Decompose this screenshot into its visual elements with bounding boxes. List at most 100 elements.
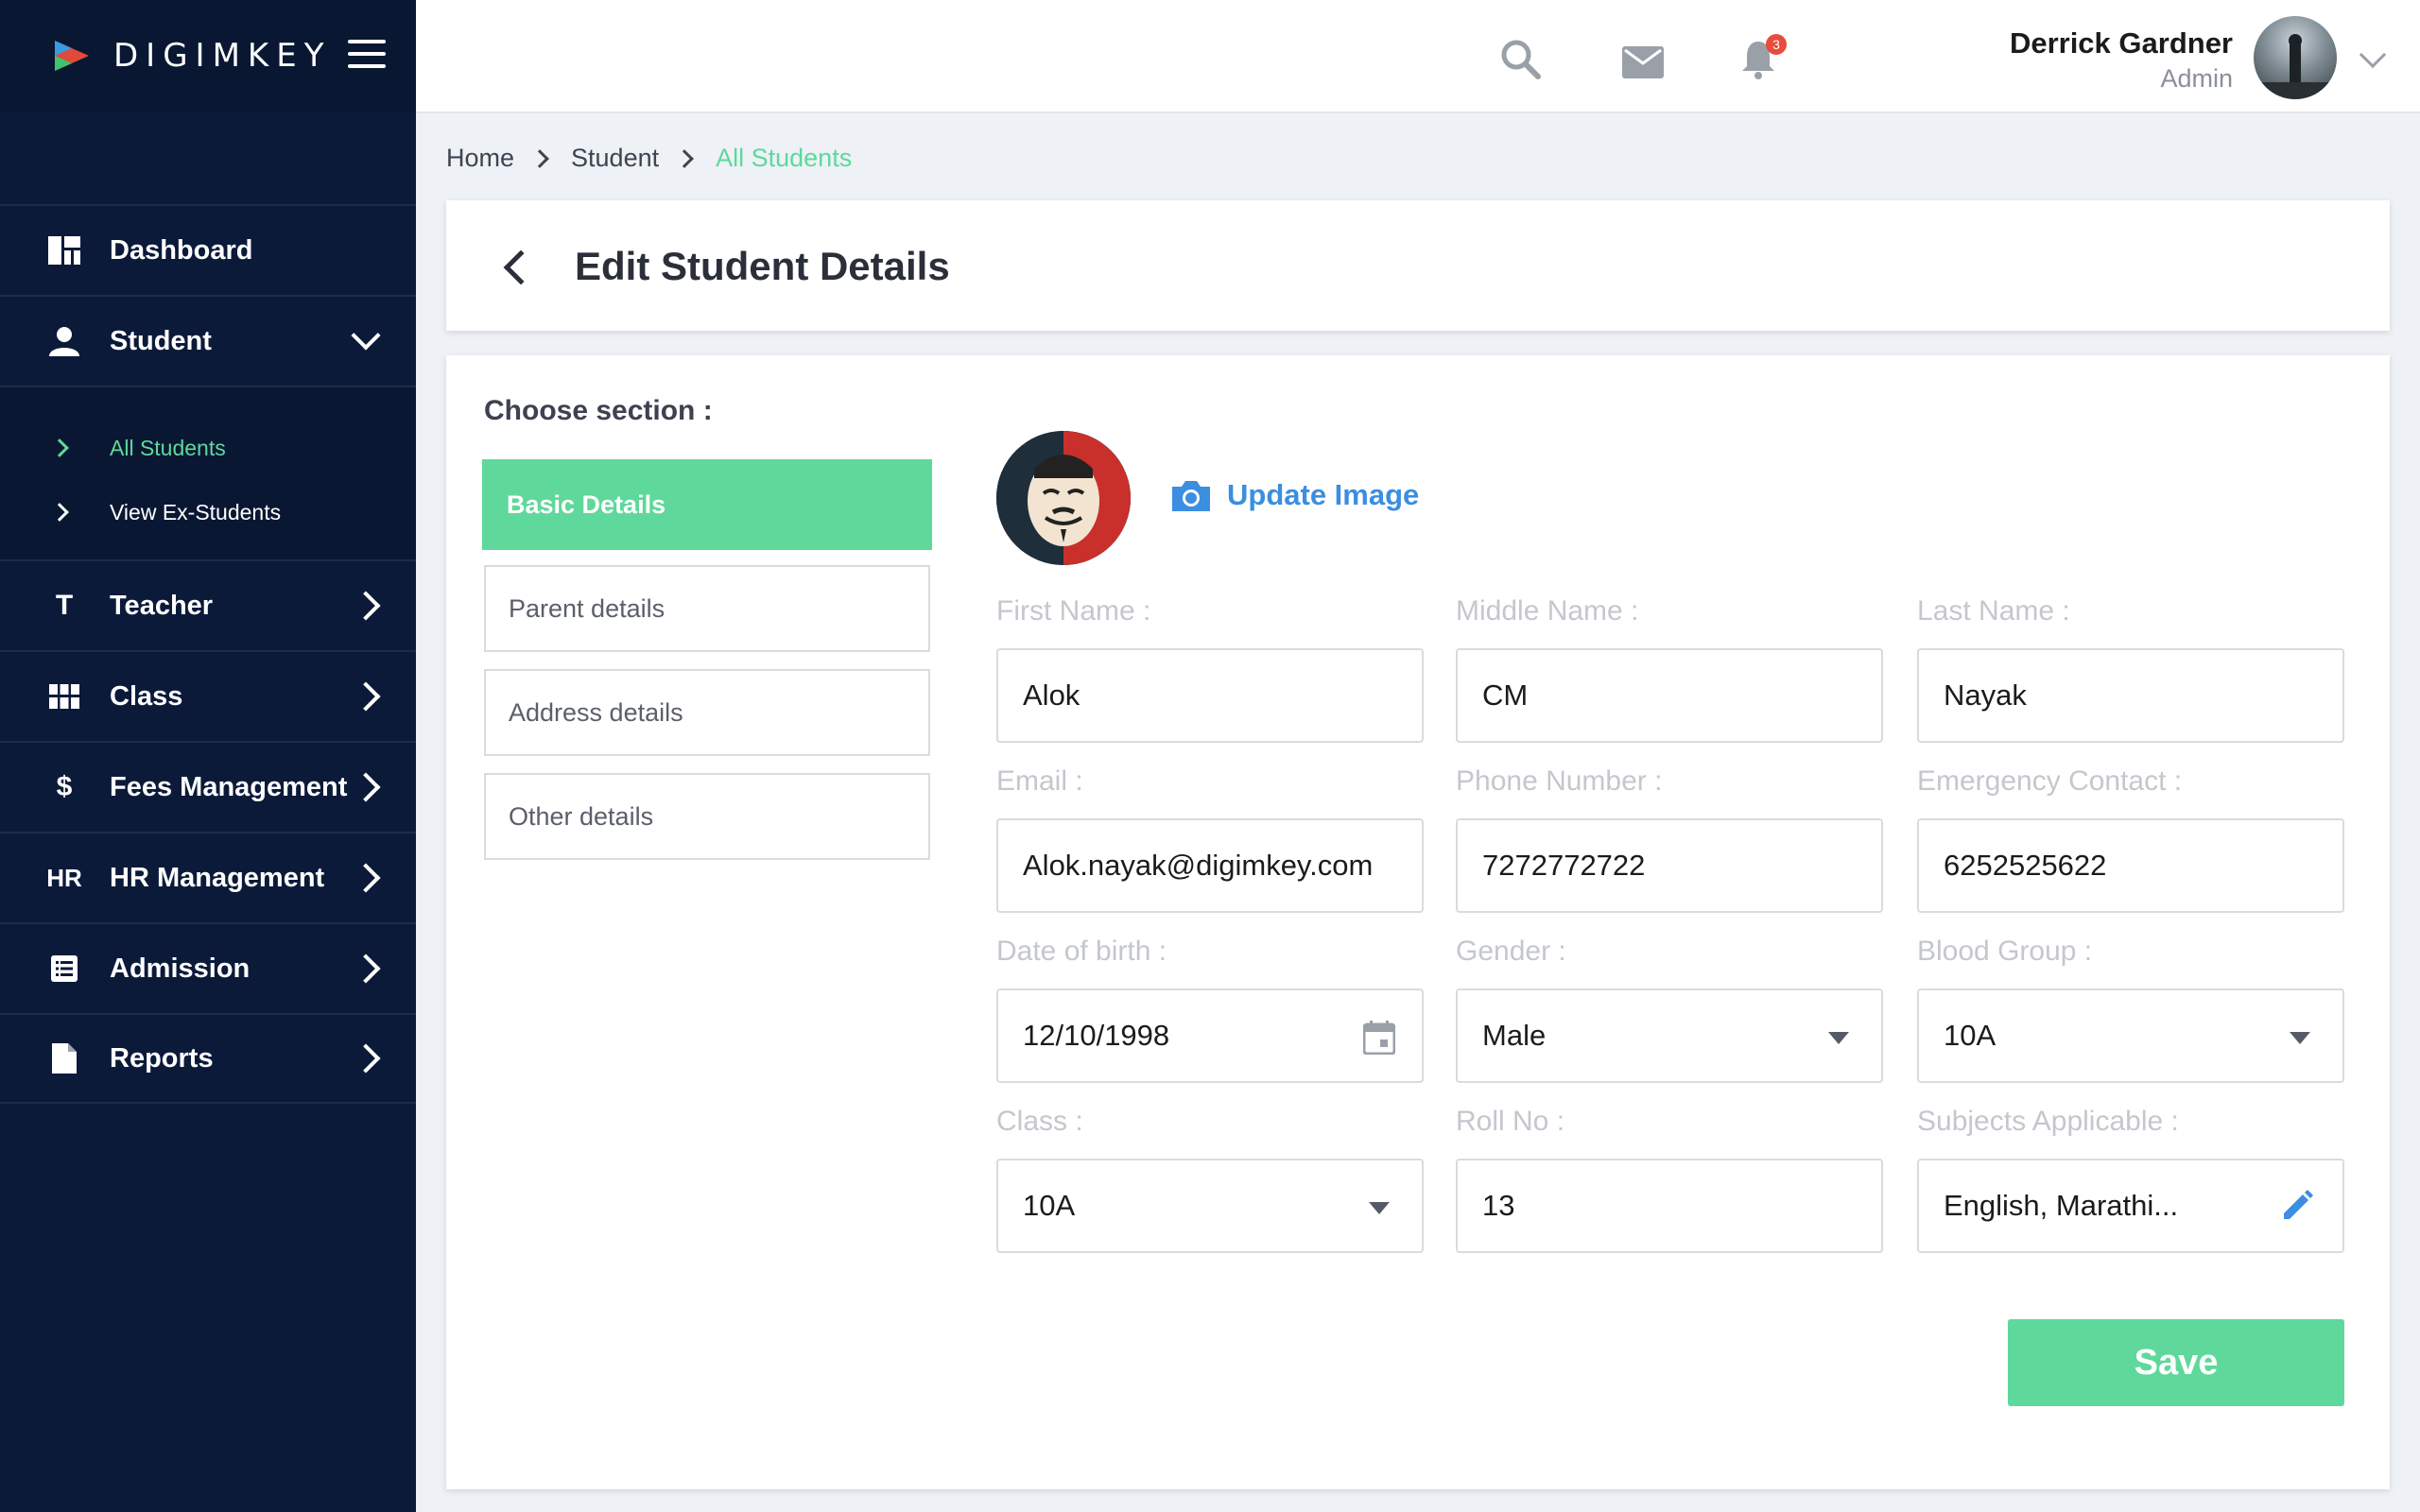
- sidebar-item-admission[interactable]: Admission: [0, 922, 416, 1013]
- student-submenu: All Students View Ex-Students: [0, 386, 416, 559]
- emergency-contact-label: Emergency Contact :: [1917, 765, 2183, 797]
- blood-group-value: 10A: [1944, 1019, 1996, 1052]
- sidebar: DIGIMKEY Dashboard Student All Students …: [0, 0, 416, 1512]
- chevron-right-icon: [50, 503, 69, 522]
- gender-label: Gender :: [1456, 936, 1566, 967]
- sidebar-item-fees[interactable]: $ Fees Management: [0, 741, 416, 832]
- student-photo: [996, 431, 1131, 565]
- menu-toggle-icon[interactable]: [348, 40, 386, 68]
- sidebar-item-label: Fees Management: [110, 771, 348, 802]
- calendar-icon[interactable]: [1363, 1021, 1395, 1055]
- sidebar-item-label: Teacher: [110, 590, 214, 621]
- mail-icon[interactable]: [1622, 42, 1664, 83]
- chevron-right-icon: [351, 772, 381, 802]
- last-name-field[interactable]: Nayak: [1917, 648, 2344, 743]
- submenu-item-all-students[interactable]: All Students: [0, 416, 416, 480]
- phone-label: Phone Number :: [1456, 765, 1663, 797]
- sidebar-nav: Dashboard Student All Students View Ex-S…: [0, 204, 416, 1104]
- dollar-icon: $: [56, 771, 73, 802]
- save-button[interactable]: Save: [2008, 1319, 2344, 1406]
- blood-group-label: Blood Group :: [1917, 936, 2093, 967]
- page-header: Edit Student Details: [446, 200, 2390, 331]
- back-arrow-icon[interactable]: [503, 249, 539, 285]
- subjects-field[interactable]: English, Marathi...: [1917, 1159, 2344, 1253]
- document-icon: [47, 1041, 81, 1075]
- chevron-right-icon: [351, 681, 381, 712]
- hr-icon: HR: [46, 863, 82, 892]
- dob-label: Date of birth :: [996, 936, 1167, 967]
- chevron-down-icon[interactable]: [2359, 41, 2387, 69]
- chevron-right-icon: [351, 954, 381, 984]
- sidebar-item-dashboard[interactable]: Dashboard: [0, 204, 416, 295]
- breadcrumb-student[interactable]: Student: [571, 144, 659, 173]
- roll-no-label: Roll No :: [1456, 1106, 1565, 1137]
- submenu-item-ex-students[interactable]: View Ex-Students: [0, 480, 416, 544]
- sidebar-item-label: Student: [110, 325, 212, 356]
- breadcrumb-home[interactable]: Home: [446, 144, 514, 173]
- sidebar-item-class[interactable]: Class: [0, 650, 416, 741]
- topbar: 3 ? Derrick Gardner Admin: [416, 0, 2420, 113]
- chevron-right-icon: [351, 863, 381, 893]
- dropdown-caret-icon: [2290, 1032, 2310, 1044]
- submenu-item-label: All Students: [110, 435, 226, 460]
- first-name-label: First Name :: [996, 595, 1151, 627]
- section-other-details[interactable]: Other details: [484, 773, 930, 860]
- teacher-icon: T: [55, 590, 74, 621]
- class-value: 10A: [1023, 1189, 1076, 1222]
- subjects-value: English, Marathi...: [1944, 1189, 2179, 1222]
- avatar[interactable]: [2254, 16, 2337, 99]
- breadcrumb: Home Student All Students: [446, 144, 852, 173]
- sidebar-item-label: Class: [110, 680, 183, 712]
- sidebar-item-teacher[interactable]: T Teacher: [0, 559, 416, 650]
- phone-field[interactable]: 7272772722: [1456, 818, 1883, 913]
- email-label: Email :: [996, 765, 1083, 797]
- sidebar-item-label: Dashboard: [110, 234, 253, 266]
- logo-icon: [55, 41, 89, 71]
- dropdown-caret-icon: [1369, 1202, 1390, 1214]
- section-parent-details[interactable]: Parent details: [484, 565, 930, 652]
- sidebar-item-label: Admission: [110, 953, 251, 984]
- middle-name-label: Middle Name :: [1456, 595, 1639, 627]
- dashboard-icon: [47, 233, 81, 267]
- update-image-button[interactable]: Update Image: [1172, 478, 1419, 512]
- class-label: Class :: [996, 1106, 1083, 1137]
- breadcrumb-all-students[interactable]: All Students: [716, 144, 852, 173]
- dropdown-caret-icon: [1828, 1032, 1849, 1044]
- blood-group-select[interactable]: 10A: [1917, 988, 2344, 1083]
- email-field[interactable]: Alok.nayak@digimkey.com: [996, 818, 1424, 913]
- user-name: Derrick Gardner: [2009, 26, 2233, 60]
- chevron-right-icon: [351, 1043, 381, 1074]
- middle-name-field[interactable]: CM: [1456, 648, 1883, 743]
- roll-no-field[interactable]: 13: [1456, 1159, 1883, 1253]
- chevron-right-icon: [675, 148, 695, 168]
- camera-icon: [1172, 481, 1210, 511]
- notification-bell-icon[interactable]: 3: [1739, 34, 1787, 79]
- edit-pencil-icon[interactable]: [2280, 1189, 2314, 1223]
- notification-count-badge: 3: [1766, 34, 1787, 55]
- class-select[interactable]: 10A: [996, 1159, 1424, 1253]
- page-title: Edit Student Details: [575, 244, 950, 288]
- sidebar-item-hr[interactable]: HR HR Management: [0, 832, 416, 922]
- brand-name: DIGIMKEY: [113, 37, 332, 75]
- dob-field[interactable]: 12/10/1998: [996, 988, 1424, 1083]
- section-basic-details[interactable]: Basic Details: [482, 459, 932, 550]
- emergency-contact-field[interactable]: 6252525622: [1917, 818, 2344, 913]
- first-name-field[interactable]: Alok: [996, 648, 1424, 743]
- update-image-label: Update Image: [1227, 478, 1420, 511]
- search-icon[interactable]: [1499, 38, 1541, 79]
- chevron-right-icon: [530, 148, 549, 168]
- chevron-right-icon: [50, 438, 69, 457]
- gender-value: Male: [1482, 1019, 1547, 1052]
- gender-select[interactable]: Male: [1456, 988, 1883, 1083]
- list-icon: [47, 952, 81, 986]
- grid-icon: [47, 679, 81, 713]
- section-address-details[interactable]: Address details: [484, 669, 930, 756]
- sidebar-item-student[interactable]: Student: [0, 295, 416, 386]
- edit-form-card: Choose section : Basic Details Parent de…: [446, 355, 2390, 1489]
- dob-value: 12/10/1998: [1023, 1019, 1170, 1052]
- sidebar-item-label: HR Management: [110, 862, 325, 893]
- choose-section-label: Choose section :: [484, 395, 713, 426]
- submenu-item-label: View Ex-Students: [110, 499, 282, 524]
- sidebar-item-reports[interactable]: Reports: [0, 1013, 416, 1104]
- person-icon: [47, 324, 81, 358]
